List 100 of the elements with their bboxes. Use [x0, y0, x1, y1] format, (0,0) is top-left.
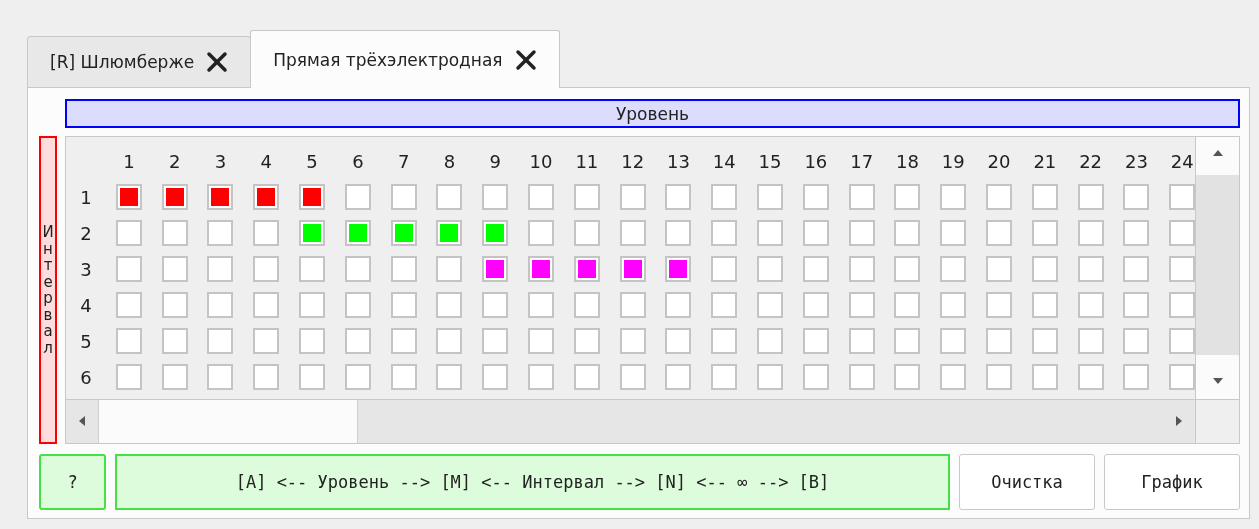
grid-checkbox[interactable] [757, 292, 784, 318]
grid-checkbox[interactable] [436, 256, 463, 282]
grid-checkbox[interactable] [894, 292, 921, 318]
grid-checkbox[interactable] [115, 292, 142, 318]
grid-checkbox[interactable] [299, 328, 326, 354]
grid-checkbox[interactable] [1077, 328, 1104, 354]
grid-checkbox[interactable] [986, 328, 1013, 354]
grid-checkbox[interactable] [482, 184, 509, 210]
grid-checkbox[interactable] [986, 184, 1013, 210]
vertical-scrollbar[interactable] [1195, 137, 1239, 399]
grid-checkbox[interactable] [848, 328, 875, 354]
grid-checkbox[interactable] [115, 220, 142, 246]
grid-checkbox[interactable] [711, 292, 738, 318]
grid-checkbox[interactable] [253, 256, 280, 282]
grid-checkbox[interactable] [711, 328, 738, 354]
grid-checkbox[interactable] [344, 364, 371, 390]
grid-checkbox[interactable] [482, 328, 509, 354]
grid-checkbox[interactable] [390, 328, 417, 354]
grid-checkbox[interactable] [1169, 292, 1195, 318]
grid-checkbox[interactable] [802, 328, 829, 354]
grid-checkbox[interactable] [665, 292, 692, 318]
action-button[interactable]: Очистка [959, 454, 1095, 510]
grid-checkbox[interactable] [528, 292, 555, 318]
grid-checkbox[interactable] [207, 220, 234, 246]
grid-checkbox[interactable] [940, 328, 967, 354]
grid-checkbox[interactable] [573, 364, 600, 390]
grid-checkbox[interactable] [253, 220, 280, 246]
grid-checkbox[interactable] [848, 184, 875, 210]
grid-checkbox[interactable] [299, 256, 326, 282]
grid-checkbox[interactable] [528, 364, 555, 390]
grid-checkbox[interactable] [757, 184, 784, 210]
grid-checkbox[interactable] [115, 328, 142, 354]
grid-checkbox[interactable] [207, 328, 234, 354]
grid-checkbox[interactable] [848, 292, 875, 318]
grid-checkbox[interactable] [619, 220, 646, 246]
grid-checkbox[interactable] [757, 364, 784, 390]
tab[interactable]: Прямая трёхэлектродная [250, 30, 560, 88]
grid-checkbox[interactable] [894, 184, 921, 210]
grid-checkbox[interactable] [619, 364, 646, 390]
grid-checkbox[interactable] [802, 364, 829, 390]
grid-checkbox[interactable] [711, 364, 738, 390]
grid-checkbox[interactable] [253, 328, 280, 354]
grid-checkbox[interactable] [299, 364, 326, 390]
grid-checkbox[interactable] [619, 328, 646, 354]
grid-checkbox[interactable] [1123, 364, 1150, 390]
grid-checkbox[interactable] [207, 256, 234, 282]
grid-checkbox[interactable] [1077, 220, 1104, 246]
grid-checkbox[interactable] [1169, 184, 1195, 210]
grid-checkbox[interactable] [757, 328, 784, 354]
cross-icon[interactable] [206, 51, 229, 73]
grid-checkbox[interactable] [390, 292, 417, 318]
grid-checkbox[interactable] [1169, 220, 1195, 246]
grid-checkbox[interactable] [299, 292, 326, 318]
grid-checkbox[interactable] [161, 256, 188, 282]
grid-checkbox[interactable] [161, 292, 188, 318]
grid-checkbox[interactable] [619, 292, 646, 318]
grid-checkbox[interactable] [207, 364, 234, 390]
grid-checkbox[interactable] [573, 184, 600, 210]
tab[interactable]: [R] Шлюмберже [27, 36, 252, 88]
grid-checkbox[interactable] [802, 220, 829, 246]
grid-checkbox[interactable] [115, 256, 142, 282]
grid-checkbox[interactable] [986, 220, 1013, 246]
grid-checkbox[interactable] [207, 292, 234, 318]
grid-checkbox[interactable] [802, 184, 829, 210]
grid-checkbox[interactable] [436, 364, 463, 390]
grid-checkbox[interactable] [802, 292, 829, 318]
grid-checkbox[interactable] [436, 184, 463, 210]
grid-checkbox[interactable] [940, 220, 967, 246]
grid-checkbox[interactable] [573, 328, 600, 354]
grid-checkbox[interactable] [940, 364, 967, 390]
grid-checkbox[interactable] [802, 256, 829, 282]
grid-checkbox[interactable] [1077, 256, 1104, 282]
help-button[interactable]: ? [39, 454, 106, 510]
grid-checkbox[interactable] [1123, 292, 1150, 318]
grid-checkbox[interactable] [940, 184, 967, 210]
grid-checkbox[interactable] [1123, 328, 1150, 354]
grid-checkbox[interactable] [1031, 220, 1058, 246]
grid-checkbox[interactable] [1031, 256, 1058, 282]
horizontal-scrollbar[interactable] [66, 399, 1195, 443]
grid-checkbox[interactable] [665, 220, 692, 246]
grid-checkbox[interactable] [390, 364, 417, 390]
grid-checkbox[interactable] [528, 328, 555, 354]
grid-checkbox[interactable] [986, 364, 1013, 390]
grid-checkbox[interactable] [1123, 220, 1150, 246]
action-button[interactable]: График [1104, 454, 1240, 510]
grid-checkbox[interactable] [619, 184, 646, 210]
cross-icon[interactable] [514, 48, 537, 71]
grid-checkbox[interactable] [1169, 364, 1195, 390]
grid-checkbox[interactable] [894, 328, 921, 354]
grid-checkbox[interactable] [390, 256, 417, 282]
grid-checkbox[interactable] [344, 292, 371, 318]
grid-checkbox[interactable] [573, 220, 600, 246]
grid-checkbox[interactable] [848, 256, 875, 282]
grid-checkbox[interactable] [757, 220, 784, 246]
grid-checkbox[interactable] [1077, 364, 1104, 390]
grid-checkbox[interactable] [757, 256, 784, 282]
grid-checkbox[interactable] [1169, 328, 1195, 354]
grid-checkbox[interactable] [344, 256, 371, 282]
grid-checkbox[interactable] [436, 292, 463, 318]
grid-checkbox[interactable] [573, 292, 600, 318]
